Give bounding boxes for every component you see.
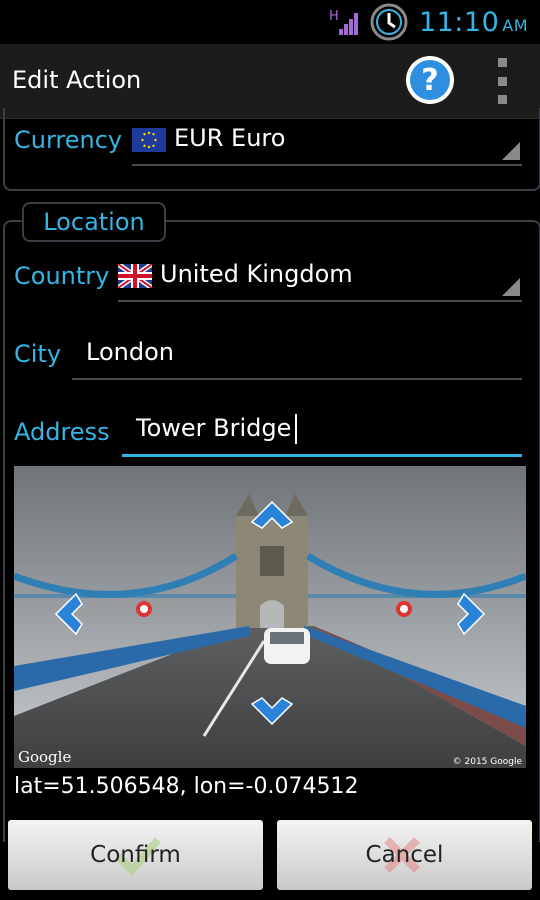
confirm-button[interactable]: Confirm	[8, 820, 263, 890]
form-content: Currency EUR Euro Location Country Unite…	[0, 108, 540, 842]
address-field[interactable]: Tower Bridge	[122, 410, 522, 457]
uk-flag-icon	[118, 264, 152, 288]
city-value: London	[86, 338, 174, 366]
currency-spinner[interactable]: EUR Euro	[132, 120, 522, 166]
svg-text:?: ?	[421, 63, 438, 98]
page-title: Edit Action	[12, 66, 142, 94]
dropdown-arrow-icon	[502, 142, 520, 160]
question-mark-icon[interactable]: ?	[404, 54, 456, 106]
address-value: Tower Bridge	[136, 414, 292, 442]
alarm-clock-icon	[370, 3, 408, 41]
signal-icon: H	[329, 9, 358, 35]
confirm-label: Confirm	[90, 842, 181, 868]
dropdown-arrow-icon	[502, 278, 520, 296]
currency-value: EUR Euro	[174, 124, 286, 152]
clock-ampm: AM	[502, 15, 528, 35]
cancel-label: Cancel	[365, 842, 444, 868]
status-icons: H 11:10 AM	[329, 3, 528, 41]
address-input[interactable]: Tower Bridge	[136, 414, 298, 444]
country-value: United Kingdom	[160, 260, 353, 288]
svg-text:H: H	[329, 9, 339, 24]
cancel-button[interactable]: Cancel	[277, 820, 532, 890]
text-caret	[295, 414, 298, 444]
location-legend: Location	[22, 202, 166, 242]
overflow-menu-icon[interactable]	[490, 58, 514, 104]
address-label: Address	[14, 418, 110, 446]
coordinates-readout: lat=51.506548, lon=-0.074512	[14, 774, 359, 799]
clock: 11:10 AM	[419, 7, 528, 38]
clock-time: 11:10	[418, 6, 500, 38]
google-watermark: Google	[18, 748, 71, 766]
country-spinner[interactable]: United Kingdom	[118, 256, 522, 302]
status-bar: H 11:10 AM	[0, 0, 540, 44]
currency-label: Currency	[14, 126, 123, 154]
copyright-watermark: © 2015 Google	[453, 757, 523, 767]
eu-flag-icon	[132, 128, 166, 152]
city-field[interactable]: London	[72, 334, 522, 380]
city-label: City	[14, 340, 62, 368]
street-view-image[interactable]: Google © 2015 Google	[14, 466, 526, 768]
country-label: Country	[14, 262, 110, 290]
